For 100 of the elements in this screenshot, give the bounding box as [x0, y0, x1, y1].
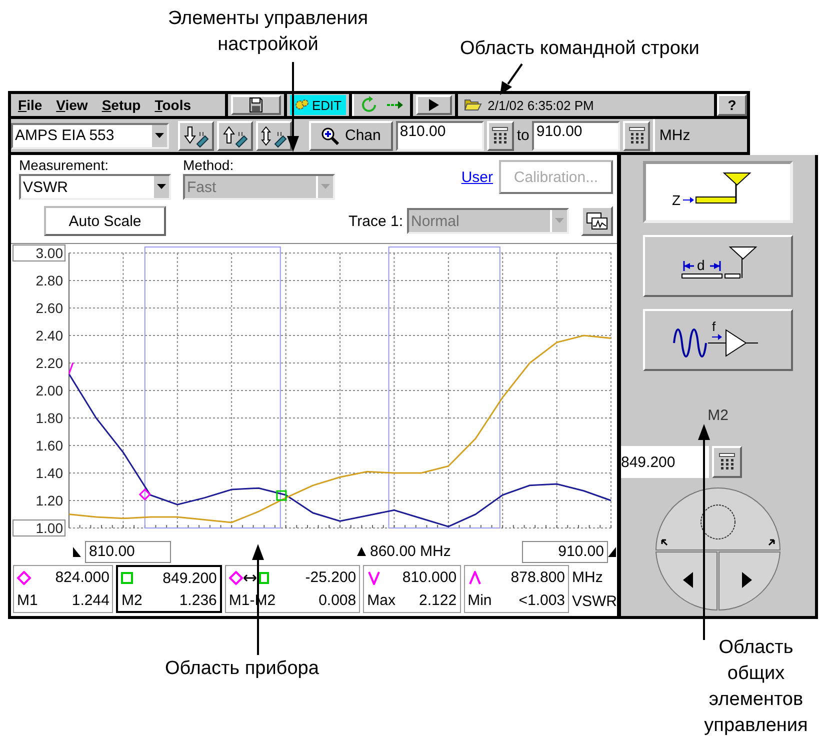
y-tick-label: 3.00 [36, 245, 64, 261]
right-button[interactable] [718, 552, 780, 610]
active-marker-label: M2 [708, 407, 728, 424]
y-tick-label: 2.20 [36, 355, 63, 371]
measurement-label: Measurement: [19, 157, 110, 173]
down-arrow-probe-icon [183, 124, 209, 148]
axis-limit-field[interactable]: 1.00 [12, 520, 66, 536]
y-tick-label: 2.60 [36, 300, 63, 316]
trace-window-icon [586, 212, 608, 230]
unit-label: VSWR [572, 592, 618, 610]
dropdown-arrow-icon [157, 184, 166, 190]
center-marker-icon [357, 547, 366, 556]
min-marker-icon [468, 570, 482, 584]
marker-value: 0.008 [318, 592, 356, 609]
marker-delta-icon [228, 570, 269, 584]
dropdown-arrow-icon [555, 218, 564, 224]
marker-readout[interactable]: 824.000 M1 1.244 [13, 565, 114, 613]
marker-readout[interactable]: 878.800 Min <1.003 [464, 565, 570, 613]
square-marker-icon [121, 572, 134, 584]
gear-icon [294, 98, 310, 112]
dropdown-arrow-icon [155, 132, 164, 138]
edit-button[interactable]: EDIT [290, 95, 346, 115]
marker-name: Min [468, 592, 492, 609]
auto-scale-button[interactable]: Auto Scale [44, 206, 166, 236]
unit-label: MHz [572, 568, 604, 586]
marker-frequency: 878.800 [510, 569, 566, 586]
stop-frequency-field[interactable]: 910.00 [522, 540, 608, 562]
mode-button[interactable]: d [643, 235, 793, 297]
up-arrow-probe-icon [222, 124, 248, 148]
marker-name: M1 [17, 592, 38, 609]
y-tick-label: 1.40 [36, 465, 63, 481]
y-tick-label: 2.40 [36, 328, 63, 344]
help-button[interactable]: ? [717, 94, 747, 116]
marker-frequency: 810.000 [402, 569, 457, 586]
menu-item[interactable]: Tools [148, 97, 198, 113]
status-text: 2/1/02 6:35:02 PM [488, 98, 594, 112]
right-arrow-icon[interactable] [386, 100, 404, 110]
keypad-icon [492, 126, 508, 144]
square-marker [276, 490, 287, 501]
standard-dropdown[interactable]: AMPS EIA 553 [11, 122, 169, 148]
trace-label: Trace 1: [348, 212, 403, 230]
user-link[interactable]: User [461, 169, 493, 186]
start-frequency-field[interactable]: 810.00 [396, 120, 484, 150]
max-marker-icon [367, 570, 382, 584]
marker-name: Max [367, 592, 396, 609]
step-button[interactable] [178, 120, 214, 150]
marker-value: 2.122 [419, 592, 457, 609]
marker-name: M2 [121, 592, 142, 608]
y-tick-label: 1.80 [36, 410, 63, 426]
callout-text: Область общих элементов управления [703, 636, 809, 738]
y-tick-label: 2.80 [36, 272, 63, 288]
diamond-marker [138, 488, 151, 501]
step-button[interactable] [217, 120, 253, 150]
dropdown-arrow-icon [321, 184, 330, 190]
keypad-button[interactable] [486, 120, 514, 150]
diamond-marker-icon [17, 570, 31, 584]
y-tick-label: 1.00 [36, 520, 64, 536]
chan-button[interactable]: Chan [309, 120, 393, 150]
marker-value: 1.244 [72, 592, 110, 609]
max-marker [69, 362, 74, 376]
start-frequency-field[interactable]: 810.00 [85, 540, 171, 562]
y-tick-label: 1.20 [36, 492, 63, 508]
marker-frequency: 824.000 [55, 569, 110, 586]
y-tick-label: 1.60 [36, 438, 63, 454]
axis-limit-field[interactable]: 3.00 [12, 244, 66, 262]
stop-marker-icon [608, 546, 616, 556]
callout-text: Область прибора [165, 657, 319, 681]
marker-frequency: 849.200 [162, 570, 217, 586]
mode-button[interactable]: Z [643, 161, 793, 223]
save-button[interactable] [231, 95, 281, 115]
marker-frequency-field[interactable]: 849.200 [621, 446, 709, 478]
marker-value: <1.003 [518, 592, 566, 609]
play-icon [428, 98, 440, 112]
marker-readout[interactable]: 810.000 Max 2.122 [363, 565, 461, 613]
menu-item[interactable]: View [49, 97, 95, 113]
measurement-dropdown[interactable]: VSWR [19, 174, 171, 200]
marker-readout[interactable]: 849.200 M2 1.236 [116, 565, 222, 613]
keypad-button[interactable] [623, 120, 650, 150]
up-down-arrow-probe-icon [261, 124, 287, 148]
unit-label: MHz [659, 127, 690, 144]
trace-display-button[interactable] [581, 206, 613, 236]
keypad-button[interactable] [712, 446, 742, 478]
menu-item[interactable]: File [11, 97, 50, 113]
range-label: to [516, 127, 530, 144]
start-marker-icon [73, 546, 81, 556]
stop-frequency-field[interactable]: 910.00 [532, 120, 620, 150]
method-label: Method: [183, 157, 235, 173]
play-button[interactable] [416, 95, 452, 115]
menu-item[interactable]: Setup [94, 97, 148, 113]
marker-value: 1.236 [179, 592, 217, 608]
zoom-in-icon [321, 126, 339, 144]
center-frequency: 860.00 MHz [370, 543, 451, 560]
left-button[interactable] [656, 552, 718, 610]
callout-text: Область командной строки [460, 37, 700, 61]
mode-button[interactable]: f [643, 309, 793, 371]
step-button[interactable] [256, 120, 292, 150]
y-tick-label: 2.00 [36, 382, 63, 398]
callout-text: Элементы управления настройкой [166, 7, 370, 57]
marker-frequency: -25.200 [305, 569, 356, 586]
folder-icon [464, 99, 482, 111]
